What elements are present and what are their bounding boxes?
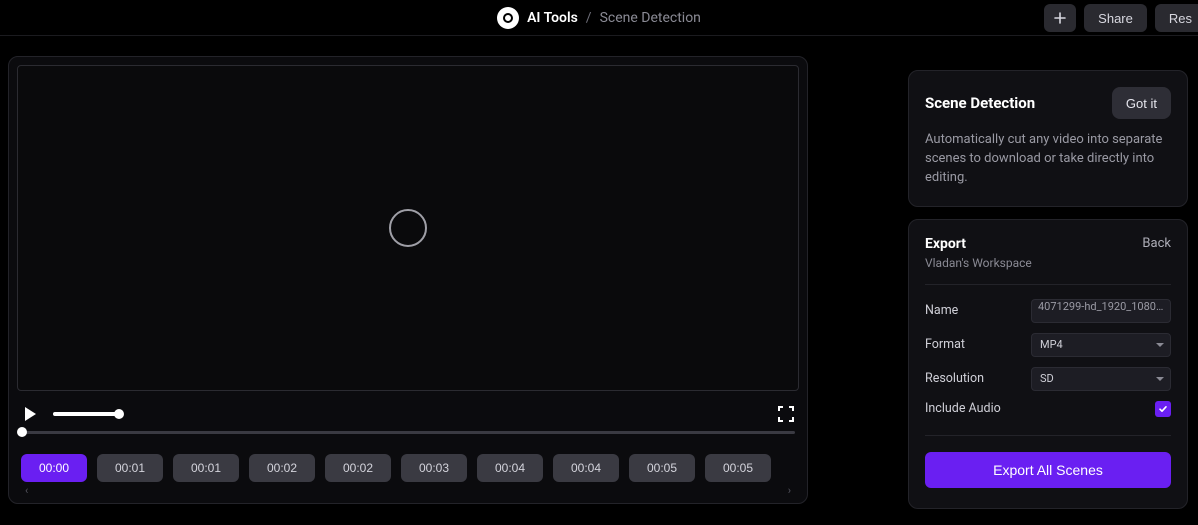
include-audio-label: Include Audio: [925, 401, 1001, 416]
scene-chip[interactable]: 00:04: [477, 454, 543, 482]
scene-chip[interactable]: 00:01: [173, 454, 239, 482]
format-select[interactable]: MP4: [1031, 333, 1171, 357]
res-button[interactable]: Res: [1155, 4, 1198, 32]
chevron-down-icon: [1156, 343, 1164, 347]
share-button[interactable]: Share: [1084, 4, 1147, 32]
breadcrumb: AI Tools / Scene Detection: [497, 7, 701, 29]
play-button[interactable]: [21, 405, 39, 423]
chevron-down-icon: [1156, 377, 1164, 381]
info-card: Scene Detection Got it Automatically cut…: [908, 70, 1188, 207]
resolution-select-value: SD: [1040, 372, 1054, 385]
got-it-button[interactable]: Got it: [1112, 87, 1171, 119]
resolution-select[interactable]: SD: [1031, 367, 1171, 391]
include-audio-checkbox[interactable]: [1155, 401, 1171, 417]
scene-chip[interactable]: 00:02: [325, 454, 391, 482]
scene-chip[interactable]: 00:05: [705, 454, 771, 482]
format-label: Format: [925, 337, 965, 352]
name-input[interactable]: 4071299-hd_1920_1080_30fp: [1031, 299, 1171, 323]
breadcrumb-main[interactable]: AI Tools: [527, 10, 578, 26]
scene-chip[interactable]: 00:05: [629, 454, 695, 482]
back-link[interactable]: Back: [1142, 236, 1171, 251]
scene-chip[interactable]: 00:02: [249, 454, 315, 482]
seek-slider[interactable]: [21, 431, 795, 434]
scene-chip[interactable]: 00:03: [401, 454, 467, 482]
info-title: Scene Detection: [925, 94, 1035, 112]
export-workspace: Vladan's Workspace: [925, 256, 1171, 285]
scene-chip[interactable]: 00:04: [553, 454, 619, 482]
export-card: Export Back Vladan's Workspace Name 4071…: [908, 219, 1188, 509]
breadcrumb-sub: Scene Detection: [600, 10, 701, 26]
info-description: Automatically cut any video into separat…: [925, 131, 1171, 188]
add-button[interactable]: [1044, 4, 1076, 32]
export-title: Export: [925, 236, 966, 252]
format-select-value: MP4: [1040, 338, 1063, 351]
scene-chip[interactable]: 00:01: [97, 454, 163, 482]
chevron-left-icon[interactable]: ‹: [25, 484, 28, 497]
top-bar: AI Tools / Scene Detection Share Res: [0, 0, 1198, 36]
scene-chips: 00:00 00:01 00:01 00:02 00:02 00:03 00:04 00:04…: [17, 454, 799, 482]
top-actions: Share Res: [1044, 4, 1198, 32]
export-all-button[interactable]: Export All Scenes: [925, 452, 1171, 488]
fullscreen-button[interactable]: [777, 405, 795, 423]
loading-spinner-icon: [389, 209, 427, 247]
chevron-right-icon[interactable]: ›: [788, 484, 791, 497]
plus-icon: [1054, 12, 1066, 24]
volume-slider[interactable]: [53, 412, 119, 416]
video-preview[interactable]: [17, 65, 799, 391]
player-controls: [17, 391, 799, 427]
seek-thumb[interactable]: [17, 427, 27, 437]
scene-chip[interactable]: 00:00: [21, 454, 87, 482]
volume-thumb[interactable]: [114, 409, 124, 419]
app-logo-icon: [497, 7, 519, 29]
breadcrumb-separator: /: [586, 10, 592, 26]
video-panel: 00:00 00:01 00:01 00:02 00:02 00:03 00:04 00:04…: [8, 56, 808, 504]
name-label: Name: [925, 303, 958, 318]
resolution-label: Resolution: [925, 371, 984, 386]
